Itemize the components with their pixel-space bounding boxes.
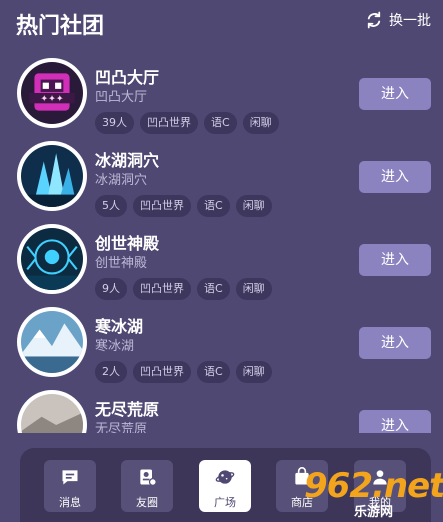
tag: 闲聊 <box>235 278 272 300</box>
group-subtitle: 寒冰湖 <box>95 339 135 354</box>
group-name: 寒冰湖 <box>95 317 144 336</box>
list-item[interactable]: 无尽荒原 无尽荒原 进入 <box>0 388 443 433</box>
avatar <box>17 307 87 377</box>
refresh-icon <box>367 11 381 29</box>
enter-button[interactable]: 进入 <box>359 327 431 359</box>
avatar: ✦✦✦ <box>17 58 87 128</box>
group-name: 凹凸大厅 <box>95 68 160 87</box>
tag: 凹凸世界 <box>133 361 191 383</box>
member-count-tag: 39人 <box>95 112 134 134</box>
tab-label: 友圈 <box>136 496 158 509</box>
group-subtitle: 无尽荒原 <box>95 422 148 433</box>
tag: 闲聊 <box>235 361 272 383</box>
avatar <box>17 224 87 294</box>
group-name: 创世神殿 <box>95 234 160 253</box>
group-list[interactable]: ✦✦✦ 凹凸大厅 凹凸大厅 39人 凹凸世界 语C 闲聊 进入 冰湖洞穴 冰湖洞… <box>0 50 443 433</box>
page-title: 热门社团 <box>16 14 105 39</box>
enter-button[interactable]: 进入 <box>359 244 431 276</box>
group-subtitle: 冰湖洞穴 <box>95 173 148 188</box>
tag: 语C <box>197 278 230 300</box>
list-item[interactable]: ✦✦✦ 凹凸大厅 凹凸大厅 39人 凹凸世界 语C 闲聊 进入 <box>0 56 443 138</box>
tab-square[interactable]: 广场 <box>199 460 251 512</box>
watermark-logo: 962.net 乐游网 <box>304 466 443 522</box>
group-subtitle: 创世神殿 <box>95 256 148 271</box>
member-count-tag: 5人 <box>95 195 127 217</box>
tag-list: 39人 凹凸世界 语C 闲聊 <box>95 112 279 134</box>
member-count-tag: 9人 <box>95 278 127 300</box>
watermark-sub: 乐游网 <box>354 505 394 520</box>
svg-text:✦✦✦: ✦✦✦ <box>40 93 64 104</box>
refresh-button[interactable]: 换一批 <box>365 10 431 30</box>
tab-label: 广场 <box>214 496 236 509</box>
group-name: 无尽荒原 <box>95 400 160 419</box>
tag: 闲聊 <box>242 112 279 134</box>
refresh-label: 换一批 <box>389 13 431 29</box>
group-name: 冰湖洞穴 <box>95 151 160 170</box>
tag: 凹凸世界 <box>140 112 198 134</box>
tag: 凹凸世界 <box>133 195 191 217</box>
tab-friends-circle[interactable]: 友圈 <box>121 460 173 512</box>
tag-list: 9人 凹凸世界 语C 闲聊 <box>95 278 272 300</box>
tag: 语C <box>204 112 237 134</box>
tab-label: 消息 <box>59 496 81 509</box>
avatar <box>17 141 87 211</box>
enter-button[interactable]: 进入 <box>359 161 431 193</box>
tag: 闲聊 <box>235 195 272 217</box>
message-icon <box>62 470 78 485</box>
tag: 语C <box>197 195 230 217</box>
tag-list: 2人 凹凸世界 语C 闲聊 <box>95 361 272 383</box>
list-item[interactable]: 冰湖洞穴 冰湖洞穴 5人 凹凸世界 语C 闲聊 进入 <box>0 139 443 221</box>
group-subtitle: 凹凸大厅 <box>95 90 148 105</box>
list-item[interactable]: 创世神殿 创世神殿 9人 凹凸世界 语C 闲聊 进入 <box>0 222 443 304</box>
tag-list: 5人 凹凸世界 语C 闲聊 <box>95 195 272 217</box>
friends-circle-icon <box>140 469 157 486</box>
header: 热门社团 换一批 <box>0 0 443 45</box>
watermark-main: 962.net <box>304 466 443 506</box>
list-item[interactable]: 寒冰湖 寒冰湖 2人 凹凸世界 语C 闲聊 进入 <box>0 305 443 387</box>
tag: 语C <box>197 361 230 383</box>
enter-button[interactable]: 进入 <box>359 78 431 110</box>
avatar <box>17 390 87 433</box>
tag: 凹凸世界 <box>133 278 191 300</box>
planet-icon <box>215 470 235 484</box>
enter-button[interactable]: 进入 <box>359 410 431 433</box>
tab-messages[interactable]: 消息 <box>44 460 96 512</box>
member-count-tag: 2人 <box>95 361 127 383</box>
